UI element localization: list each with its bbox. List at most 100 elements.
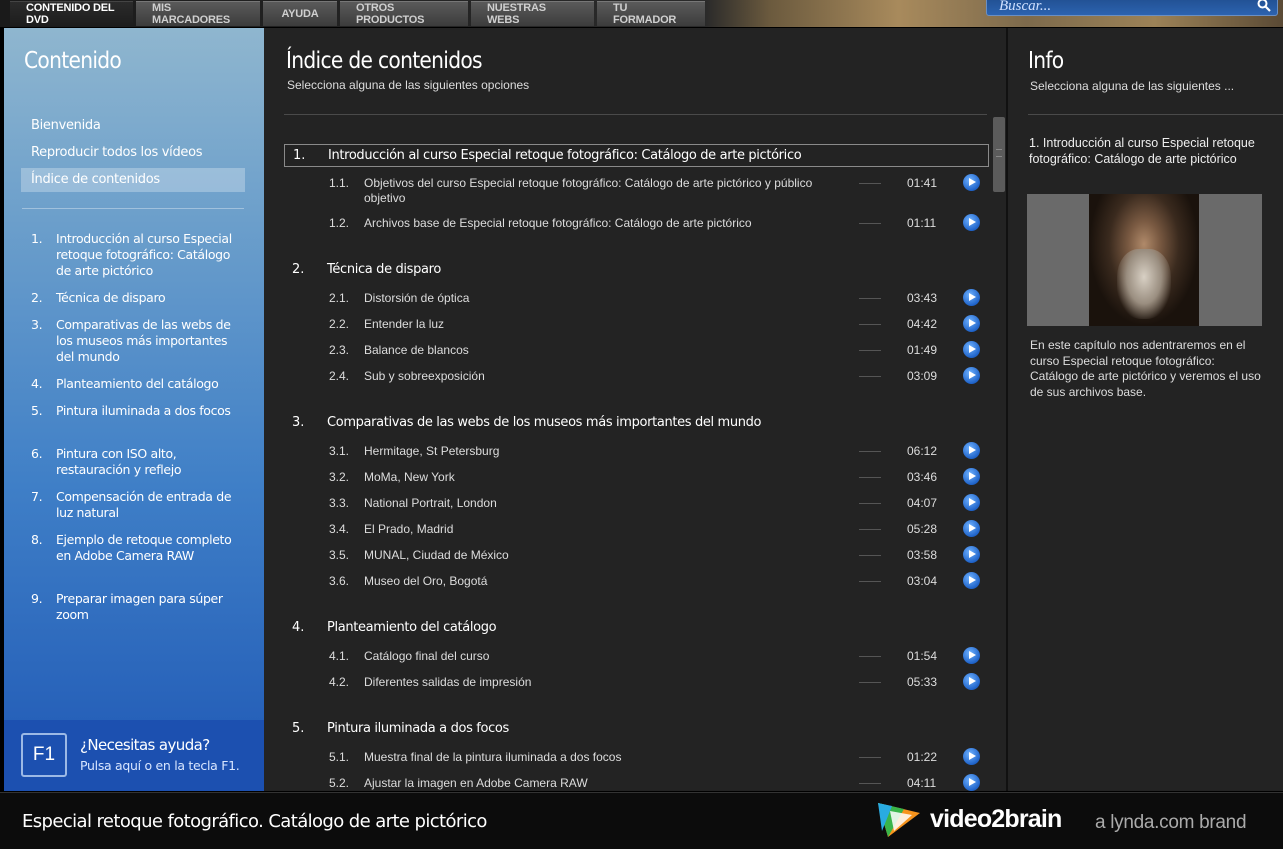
lesson-row[interactable]: 3.5. MUNAL, Ciudad de México 03:58 [284, 546, 989, 574]
sidebar-chapter-8[interactable]: 8. Ejemplo de retoque completo en Adobe C… [31, 532, 241, 564]
chapter-title: Preparar imagen para súper zoom [56, 591, 223, 622]
sidebar-chapter-5[interactable]: 5. Pintura iluminada a dos focos [31, 403, 241, 419]
lesson-number: 4.2. [329, 675, 350, 689]
lesson-row[interactable]: 2.1. Distorsión de óptica 03:43 [284, 289, 989, 317]
tab-nuestras-webs[interactable]: NUESTRAS WEBS [471, 1, 594, 26]
play-icon[interactable] [963, 546, 980, 563]
help-subtitle: Pulsa aquí o en la tecla F1. [80, 758, 240, 773]
video2brain-logo-icon [878, 803, 920, 837]
progress-bar [859, 757, 881, 758]
play-icon[interactable] [963, 468, 980, 485]
section-title: Comparativas de las webs de los museos m… [327, 415, 762, 430]
play-icon[interactable] [963, 673, 980, 690]
progress-bar [859, 783, 881, 784]
magnifier-icon[interactable] [1257, 0, 1271, 12]
lesson-row[interactable]: 3.6. Museo del Oro, Bogotá 03:04 [284, 572, 989, 600]
lesson-duration: 04:11 [907, 776, 937, 790]
chapter-number: 3. [31, 317, 43, 332]
play-icon[interactable] [963, 774, 980, 791]
footer: Especial retoque fotográfico. Catálogo d… [0, 792, 1283, 849]
lesson-row[interactable]: 5.2. Ajustar la imagen en Adobe Camera RA… [284, 774, 989, 791]
lesson-row[interactable]: 2.2. Entender la luz 04:42 [284, 315, 989, 343]
play-icon[interactable] [963, 367, 980, 384]
lesson-number: 1.2. [329, 216, 350, 230]
progress-bar [859, 581, 881, 582]
scrollbar-thumb[interactable] [993, 117, 1005, 192]
tab-otros-productos[interactable]: OTROS PRODUCTOS [340, 1, 468, 26]
sidebar-item-indice[interactable]: Índice de contenidos [21, 168, 245, 192]
chapter-number: 4. [31, 376, 43, 391]
lesson-title: National Portrait, London [364, 496, 497, 510]
lesson-title: El Prado, Madrid [364, 522, 454, 536]
play-icon[interactable] [963, 442, 980, 459]
section-title: Técnica de disparo [327, 262, 441, 277]
section-header[interactable]: 5. Pintura iluminada a dos focos [284, 718, 989, 741]
play-icon[interactable] [963, 494, 980, 511]
lesson-row[interactable]: 4.1. Catálogo final del curso 01:54 [284, 647, 989, 675]
section-title: Pintura iluminada a dos focos [327, 721, 509, 736]
chapter-title: Pintura con ISO alto, restauración y ref… [56, 446, 182, 477]
progress-bar [859, 298, 881, 299]
progress-bar [859, 555, 881, 556]
info-description: En este capítulo nos adentraremos en el … [1030, 338, 1261, 399]
lesson-row[interactable]: 3.4. El Prado, Madrid 05:28 [284, 520, 989, 548]
lesson-duration: 01:11 [907, 216, 937, 230]
play-icon[interactable] [963, 647, 980, 664]
lesson-row[interactable]: 3.2. MoMa, New York 03:46 [284, 468, 989, 496]
play-icon[interactable] [963, 748, 980, 765]
tab-contenido-dvd[interactable]: CONTENIDO DEL DVD [10, 1, 133, 26]
progress-bar [859, 376, 881, 377]
lesson-row[interactable]: 3.3. National Portrait, London 04:07 [284, 494, 989, 522]
chapter-number: 7. [31, 489, 43, 504]
lesson-row[interactable]: 5.1. Muestra final de la pintura iluminad… [284, 748, 989, 776]
sidebar-chapter-3[interactable]: 3. Comparativas de las webs de los museos… [31, 317, 241, 365]
lesson-duration: 04:42 [907, 317, 938, 331]
play-icon[interactable] [963, 174, 980, 191]
play-icon[interactable] [963, 214, 980, 231]
lesson-row[interactable]: 3.1. Hermitage, St Petersburg 06:12 [284, 442, 989, 470]
search-input[interactable] [999, 0, 1249, 15]
lesson-row[interactable]: 1.2. Archivos base de Especial retoque fo… [284, 214, 989, 242]
sidebar-chapter-4[interactable]: 4. Planteamiento del catálogo [31, 376, 241, 392]
section-header[interactable]: 3. Comparativas de las webs de los museo… [284, 412, 989, 435]
sidebar-chapter-7[interactable]: 7. Compensación de entrada de luz natural [31, 489, 241, 521]
sidebar-chapter-9[interactable]: 9. Preparar imagen para súper zoom [31, 591, 241, 623]
help-box[interactable]: F1 ¿Necesitas ayuda? Pulsa aquí o en la … [4, 720, 264, 791]
lesson-title: MUNAL, Ciudad de México [364, 548, 509, 562]
tab-tu-formador[interactable]: TU FORMADOR [597, 1, 705, 26]
lesson-number: 3.3. [329, 496, 350, 510]
help-title: ¿Necesitas ayuda? [80, 736, 210, 754]
lesson-duration: 01:49 [907, 343, 938, 357]
lesson-title: Museo del Oro, Bogotá [364, 574, 488, 588]
section-number: 2. [292, 262, 305, 277]
sidebar-chapter-2[interactable]: 2. Técnica de disparo [31, 290, 241, 306]
chapter-title: Compensación de entrada de luz natural [56, 489, 232, 520]
play-icon[interactable] [963, 520, 980, 537]
lesson-number: 3.2. [329, 470, 350, 484]
info-item-title: 1. Introducción al curso Especial retoqu… [1029, 136, 1255, 166]
section-header[interactable]: 1. Introducción al curso Especial retoqu… [284, 144, 989, 167]
contents-panel: Índice de contenidos Selecciona alguna d… [264, 28, 1006, 791]
play-icon[interactable] [963, 289, 980, 306]
lesson-row[interactable]: 2.4. Sub y sobreexposición 03:09 [284, 367, 989, 395]
progress-bar [859, 451, 881, 452]
lesson-row[interactable]: 1.1. Objetivos del curso Especial retoque… [284, 174, 989, 205]
lesson-row[interactable]: 4.2. Diferentes salidas de impresión 05:33 [284, 673, 989, 701]
chapter-number: 6. [31, 446, 43, 461]
section-header[interactable]: 4. Planteamiento del catálogo [284, 617, 989, 640]
lesson-row[interactable]: 2.3. Balance de blancos 01:49 [284, 341, 989, 369]
sidebar-item-reproducir-todos[interactable]: Reproducir todos los vídeos [21, 141, 245, 165]
play-icon[interactable] [963, 315, 980, 332]
sidebar-item-bienvenida[interactable]: Bienvenida [21, 114, 245, 138]
play-icon[interactable] [963, 341, 980, 358]
tab-mis-marcadores[interactable]: MIS MARCADORES [136, 1, 260, 26]
lesson-number: 5.1. [329, 750, 350, 764]
section-header[interactable]: 2. Técnica de disparo [284, 259, 989, 282]
tab-ayuda[interactable]: AYUDA [263, 1, 337, 26]
play-icon[interactable] [963, 572, 980, 589]
sidebar-chapter-6[interactable]: 6. Pintura con ISO alto, restauración y r… [31, 446, 241, 478]
lesson-duration: 01:22 [907, 750, 938, 764]
progress-bar [859, 477, 881, 478]
sidebar-chapter-1[interactable]: 1. Introducción al curso Especial retoque… [31, 231, 241, 279]
chapter-number: 2. [31, 290, 43, 305]
